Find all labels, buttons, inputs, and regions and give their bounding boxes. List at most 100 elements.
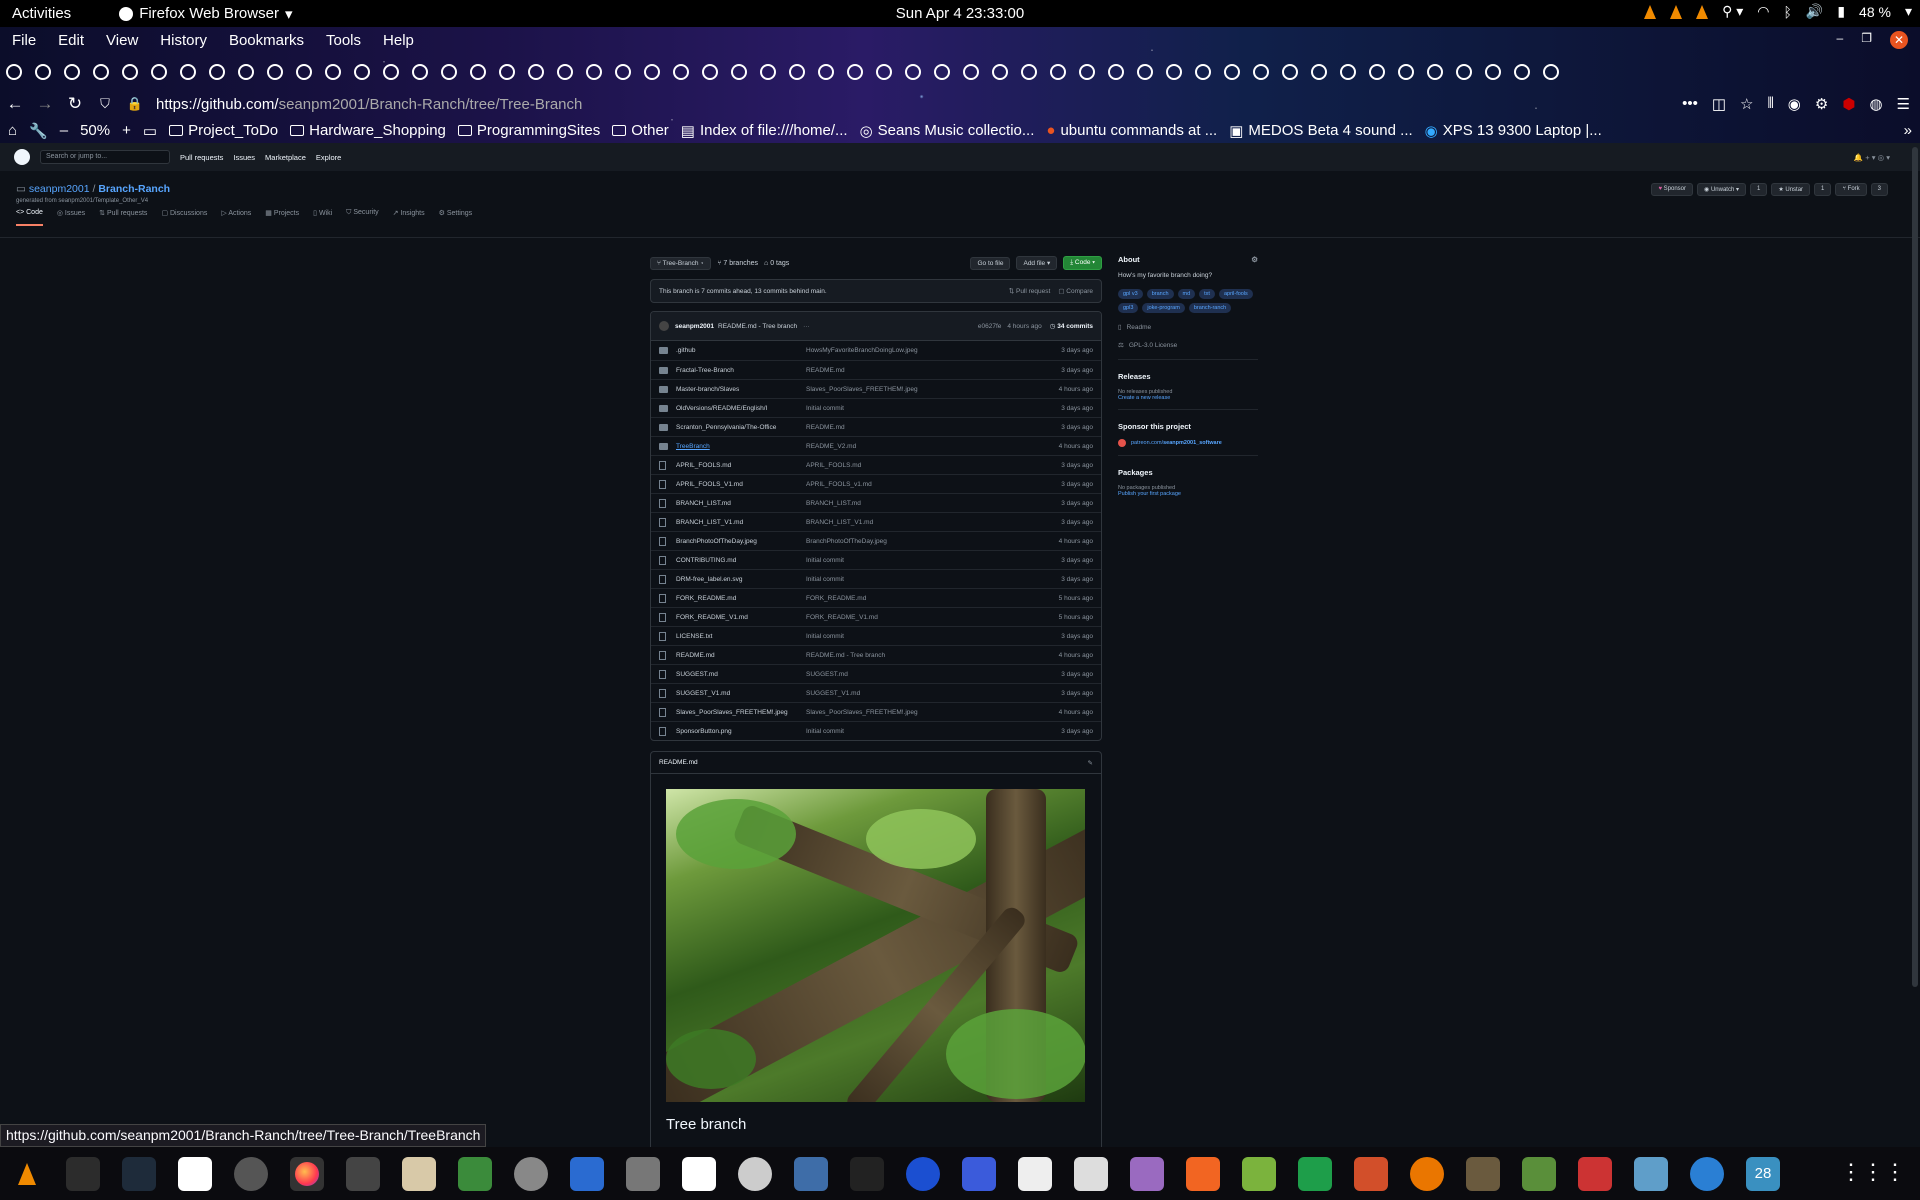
file-row[interactable]: Slaves_PoorSlaves_FREETHEM!.jpeg Slaves_P… [651,702,1101,721]
file-name[interactable]: DRM-free_label.en.svg [676,576,806,583]
browser-tab-favicon-icon[interactable] [1456,64,1472,80]
file-row[interactable]: TreeBranch README_V2.md 4 hours ago [651,436,1101,455]
add-file-button[interactable]: Add file ▾ [1016,256,1058,270]
patreon-link[interactable]: patreon.com/seanpm2001_software [1118,439,1258,447]
vlc-tray-icon[interactable] [1644,4,1657,19]
pocket-icon[interactable]: ◫ [1712,95,1726,113]
bookmark-ubuntu-commands[interactable]: ● ubuntu commands at ... [1046,122,1217,139]
browser-tab-favicon-icon[interactable] [1340,64,1356,80]
menu-edit[interactable]: Edit [58,32,84,49]
file-commit-message[interactable]: SUGGEST_V1.md [806,690,1061,697]
file-commit-message[interactable]: Initial commit [806,405,1061,412]
screenshot-icon[interactable] [962,1156,996,1191]
browser-tab-favicon-icon[interactable] [818,64,834,80]
fork-button[interactable]: ⑂ Fork [1835,183,1867,196]
browser-tab-favicon-icon[interactable] [586,64,602,80]
browser-tab-favicon-icon[interactable] [963,64,979,80]
lock-icon[interactable]: 🔒 [120,96,150,112]
tools-icon[interactable]: 🔧 [29,122,48,140]
browser-tab-favicon-icon[interactable] [731,64,747,80]
browser-tab-favicon-icon[interactable] [325,64,341,80]
gimp-icon[interactable] [1466,1156,1500,1191]
new-window-icon[interactable]: ▭ [143,122,157,140]
browser-tab-favicon-icon[interactable] [1108,64,1124,80]
file-row[interactable]: OldVersions/README/English/I Initial comm… [651,398,1101,417]
presentation-icon[interactable] [1354,1156,1388,1191]
account-icon[interactable]: ◉ [1788,95,1801,113]
file-name[interactable]: APRIL_FOOLS_V1.md [676,481,806,488]
unstar-button[interactable]: ★ Unstar [1771,183,1811,196]
file-row[interactable]: BranchPhotoOfTheDay.jpeg BranchPhotoOfThe… [651,531,1101,550]
file-commit-message[interactable]: SUGGEST.md [806,671,1061,678]
generated-from[interactable]: generated from seanpm2001/Template_Other… [16,198,170,204]
browser-tab-favicon-icon[interactable] [702,64,718,80]
audio-player-icon[interactable] [906,1156,940,1191]
file-name[interactable]: LICENSE.txt [676,633,806,640]
tab-security[interactable]: ⛉ Security [346,209,379,226]
repo-owner-link[interactable]: seanpm2001 [29,183,90,195]
browser-tab-favicon-icon[interactable] [209,64,225,80]
file-row[interactable]: Scranton_Pennsylvania/The-Office README.m… [651,417,1101,436]
publish-package-link[interactable]: Publish your first package [1118,491,1258,497]
pull-request-link[interactable]: ⇅ Pull request [1009,287,1051,295]
packages-heading[interactable]: Packages [1118,468,1258,477]
vlc-tray-icon[interactable] [1696,4,1709,19]
bookmark-seans-music[interactable]: ◎ Seans Music collectio... [860,122,1035,140]
file-name[interactable]: README.md [676,652,806,659]
file-name[interactable]: BRANCH_LIST.md [676,500,806,507]
file-row[interactable]: FORK_README_V1.md FORK_README_V1.md 5 hour… [651,607,1101,626]
document-viewer-icon[interactable] [570,1156,604,1191]
calendar-icon[interactable]: 28 [1746,1156,1780,1191]
browser-tab-favicon-icon[interactable] [64,64,80,80]
branches-link[interactable]: ⑂ 7 branches [717,260,758,267]
file-name[interactable]: BranchPhotoOfTheDay.jpeg [676,538,806,545]
browser-tab-favicon-icon[interactable] [1543,64,1559,80]
app-store-icon[interactable] [738,1156,772,1191]
header-right-icons[interactable]: 🔔 + ▾ ◎ ▾ [1854,153,1890,162]
audio-editor-icon[interactable] [682,1156,716,1191]
tab-insights[interactable]: ↗ Insights [393,209,425,226]
file-row[interactable]: SponsorButton.png Initial commit 3 days ag… [651,721,1101,740]
menu-view[interactable]: View [106,32,138,49]
library-icon[interactable]: ⫴ [1767,95,1773,113]
star-count[interactable]: 1 [1814,183,1832,196]
browser-tab-favicon-icon[interactable] [557,64,573,80]
menu-tools[interactable]: Tools [326,32,361,49]
tab-issues[interactable]: ◎ Issues [57,209,85,226]
browser-tab-favicon-icon[interactable] [1050,64,1066,80]
volume-icon[interactable]: 🔊 [1806,3,1823,20]
tweaks-icon[interactable] [1130,1156,1164,1191]
file-row[interactable]: BRANCH_LIST_V1.md BRANCH_LIST_V1.md 3 days… [651,512,1101,531]
file-name[interactable]: FORK_README_V1.md [676,614,806,621]
topic-tag[interactable]: gpl3 [1118,303,1139,313]
home-icon[interactable]: ⌂ [8,122,17,139]
menu-history[interactable]: History [160,32,207,49]
releases-heading[interactable]: Releases [1118,372,1258,381]
browser-tab-favicon-icon[interactable] [1485,64,1501,80]
topic-tag[interactable]: md [1177,289,1196,299]
code-button[interactable]: ⤓ Code ▾ [1063,256,1102,270]
browser-tab-favicon-icon[interactable] [1369,64,1385,80]
zoom-in-icon[interactable]: + [122,122,131,139]
game-icon[interactable] [1578,1156,1612,1191]
browser-tab-favicon-icon[interactable] [1195,64,1211,80]
url-bar[interactable]: https://github.com/seanpm2001/Branch-Ran… [156,96,582,113]
browser-tab-favicon-icon[interactable] [644,64,660,80]
character-map-icon[interactable] [1018,1156,1052,1191]
file-name[interactable]: Fractal-Tree-Branch [676,367,806,374]
browser-tab-favicon-icon[interactable] [93,64,109,80]
browser-tab-favicon-icon[interactable] [238,64,254,80]
file-commit-message[interactable]: BRANCH_LIST_V1.md [806,519,1061,526]
browser-tab-favicon-icon[interactable] [412,64,428,80]
file-name[interactable]: Scranton_Pennsylvania/The-Office [676,424,806,431]
browser-tab-favicon-icon[interactable] [992,64,1008,80]
software-center-icon[interactable] [1186,1156,1220,1191]
browser-tab-favicon-icon[interactable] [528,64,544,80]
file-commit-message[interactable]: BranchPhotoOfTheDay.jpeg [806,538,1059,545]
reload-icon[interactable]: ↻ [60,94,90,114]
blender-icon[interactable] [1410,1156,1444,1191]
topic-tag[interactable]: gpl v3 [1118,289,1143,299]
fork-count[interactable]: 3 [1870,183,1888,196]
image-viewer-icon[interactable] [626,1156,660,1191]
topic-tag[interactable]: txt [1199,289,1215,299]
